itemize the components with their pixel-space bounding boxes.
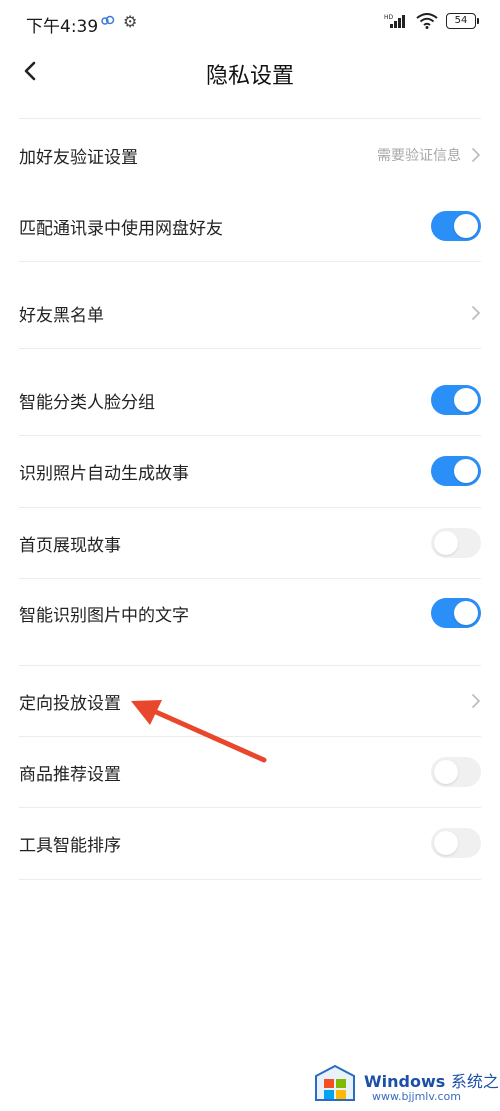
watermark-url: www.bjjmlv.com	[372, 1090, 461, 1103]
windows-logo-icon	[315, 1064, 355, 1101]
watermark: Windows 系统之家 www.bjjmlv.com	[312, 1062, 500, 1107]
watermark-title-en: Windows	[364, 1072, 446, 1091]
watermark-title-cn: 系统之家	[450, 1072, 500, 1091]
annotation-arrow	[131, 700, 267, 763]
watermark-title: Windows 系统之家	[364, 1068, 500, 1092]
